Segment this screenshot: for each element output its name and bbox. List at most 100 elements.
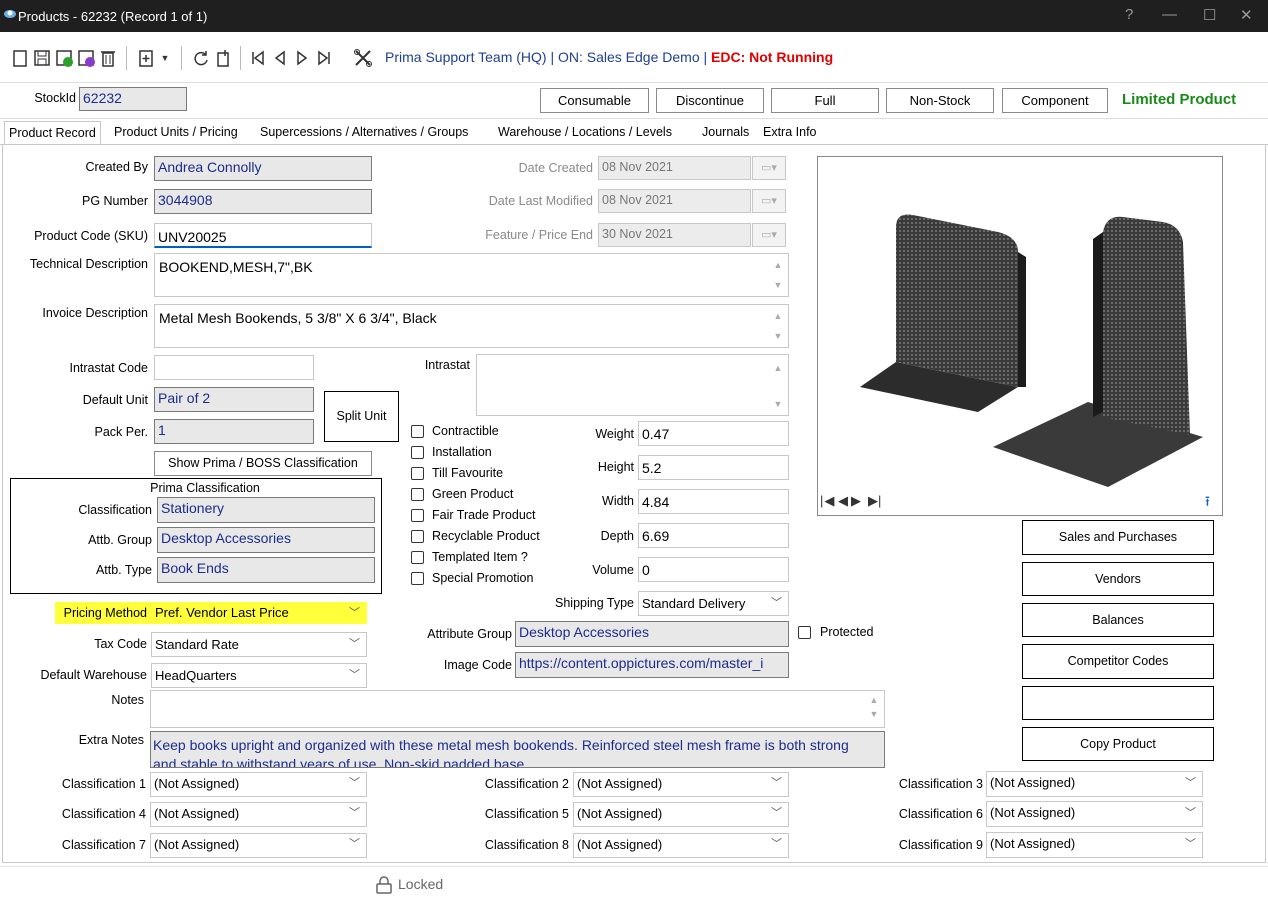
tab-supercessions[interactable]: Supercessions / Alternatives / Groups [256,121,472,144]
calendar-icon[interactable]: ▭▾ [752,189,786,213]
delete-icon[interactable] [98,48,118,68]
tab-product-record[interactable]: Product Record [4,121,101,144]
maximize-icon[interactable]: ☐ [1203,6,1216,24]
volume-field[interactable]: 0 [638,557,789,582]
special-promotion-checkbox[interactable] [411,572,424,585]
discontinue-button[interactable]: Discontinue [656,88,764,113]
depth-field[interactable]: 6.69 [638,523,789,548]
classification-8-select[interactable]: (Not Assigned) ﹀ [573,833,789,858]
pg-number-field[interactable]: 3044908 [154,189,372,214]
default-warehouse-label: Default Warehouse [40,668,147,682]
first-record-icon[interactable] [248,48,268,68]
feature-end-field[interactable]: 30 Nov 2021 [598,223,751,247]
image-code-field[interactable]: https://content.oppictures.com/master_i [515,652,789,678]
installation-checkbox[interactable] [411,446,424,459]
pack-per-field[interactable]: 1 [154,419,314,444]
calendar-icon[interactable]: ▭▾ [752,223,786,247]
non-stock-button[interactable]: Non-Stock [886,88,994,113]
intrastat-code-field[interactable] [154,355,314,380]
width-field[interactable]: 4.84 [638,489,789,514]
created-by-field[interactable]: Andrea Connolly [154,156,372,181]
classification-7-select[interactable]: (Not Assigned) ﹀ [150,833,367,858]
date-modified-label: Date Last Modified [488,194,593,208]
minimize-icon[interactable]: — [1162,6,1177,23]
default-warehouse-select[interactable]: HeadQuarters ﹀ [151,663,367,688]
tab-warehouse[interactable]: Warehouse / Locations / Levels [494,121,676,144]
refresh-icon[interactable] [191,48,211,68]
sku-field[interactable]: UNV20025 [154,223,372,248]
classification-3-select[interactable]: (Not Assigned) ﹀ [986,771,1203,797]
save-icon[interactable] [32,48,52,68]
attribute-group-field[interactable]: Desktop Accessories [515,621,789,647]
classification-2-select[interactable]: (Not Assigned) ﹀ [573,772,789,797]
intrastat-code-label: Intrastat Code [69,361,148,375]
competitor-codes-button[interactable]: Competitor Codes [1022,644,1214,679]
calendar-icon[interactable]: ▭▾ [752,156,786,180]
copy-product-button[interactable]: Copy Product [1022,727,1214,761]
last-record-icon[interactable] [314,48,334,68]
close-icon[interactable]: ✕ [1240,6,1253,24]
blank-button[interactable] [1022,686,1214,720]
prev-record-icon[interactable] [270,48,290,68]
pricing-method-select[interactable]: Pref. Vendor Last Price ﹀ [151,602,367,624]
classification-4-select[interactable]: (Not Assigned) ﹀ [150,802,367,827]
tab-journals[interactable]: Journals [698,121,753,144]
classification-6-select[interactable]: (Not Assigned) ﹀ [986,801,1203,827]
full-button[interactable]: Full [771,88,879,113]
weight-field[interactable]: 0.47 [638,421,789,446]
green-product-checkbox[interactable] [411,488,424,501]
contractible-checkbox[interactable] [411,425,424,438]
image-prev-icon[interactable]: ◀ [838,493,848,509]
tech-desc-field[interactable]: BOOKEND,MESH,7",BK ▲ ▼ [154,253,789,297]
extra-notes-field[interactable]: Keep books upright and organized with th… [150,731,885,768]
default-unit-field[interactable]: Pair of 2 [154,387,314,412]
vendors-button[interactable]: Vendors [1022,562,1214,596]
intrastat-field[interactable]: ▲ ▼ [476,354,789,416]
upload-icon[interactable]: ⭱ [1205,491,1210,515]
tab-extra-info[interactable]: Extra Info [759,121,821,144]
next-record-icon[interactable] [292,48,312,68]
classification-9-select[interactable]: (Not Assigned) ﹀ [986,832,1203,858]
image-next-icon[interactable]: ▶ [851,493,861,509]
chevron-down-icon: ﹀ [1185,838,1196,850]
recyclable-checkbox[interactable] [411,530,424,543]
classification-1-select[interactable]: (Not Assigned) ﹀ [150,772,367,797]
component-button[interactable]: Component [1002,88,1108,113]
templated-item-checkbox[interactable] [411,551,424,564]
new-icon[interactable] [10,48,30,68]
classification-field[interactable]: Stationery [157,497,375,523]
show-classification-button[interactable]: Show Prima / BOSS Classification [154,451,372,476]
tools-icon[interactable] [350,48,376,68]
fair-trade-checkbox[interactable] [411,509,424,522]
split-unit-button[interactable]: Split Unit [324,391,399,442]
attb-group-field[interactable]: Desktop Accessories [157,527,375,553]
invoice-desc-field[interactable]: Metal Mesh Bookends, 5 3/8" X 6 3/4", Bl… [154,304,789,348]
classification-5-select[interactable]: (Not Assigned) ﹀ [573,802,789,827]
height-field[interactable]: 5.2 [638,455,789,480]
tax-code-select[interactable]: Standard Rate ﹀ [151,632,367,657]
date-created-label: Date Created [518,161,593,175]
tab-product-units-pricing[interactable]: Product Units / Pricing [110,121,242,144]
save-close-icon[interactable] [76,48,96,68]
date-created-field[interactable]: 08 Nov 2021 [598,156,751,180]
stockid-field[interactable]: 62232 [79,87,187,111]
chevron-down-icon: ﹀ [771,807,782,819]
till-favourite-checkbox[interactable] [411,467,424,480]
attb-type-field[interactable]: Book Ends [157,557,375,583]
chevron-down-icon[interactable]: ▼ [155,48,175,68]
protected-checkbox[interactable] [798,626,811,639]
shipping-type-select[interactable]: Standard Delivery ﹀ [638,591,789,616]
date-modified-field[interactable]: 08 Nov 2021 [598,189,751,213]
notes-field[interactable]: ▲ ▼ [150,690,885,728]
add-icon[interactable] [136,48,156,68]
image-last-icon[interactable]: ▶| [868,493,881,509]
image-first-icon[interactable]: |◀ [820,493,835,509]
copy-record-icon[interactable] [213,48,233,68]
save-new-icon[interactable] [54,48,74,68]
window-title: Products - 62232 (Record 1 of 1) [18,9,208,24]
sales-and-purchases-button[interactable]: Sales and Purchases [1022,520,1214,555]
classification-6-value: (Not Assigned) [990,805,1076,820]
consumable-button[interactable]: Consumable [540,88,649,113]
help-icon[interactable]: ? [1125,6,1133,23]
balances-button[interactable]: Balances [1022,603,1214,637]
